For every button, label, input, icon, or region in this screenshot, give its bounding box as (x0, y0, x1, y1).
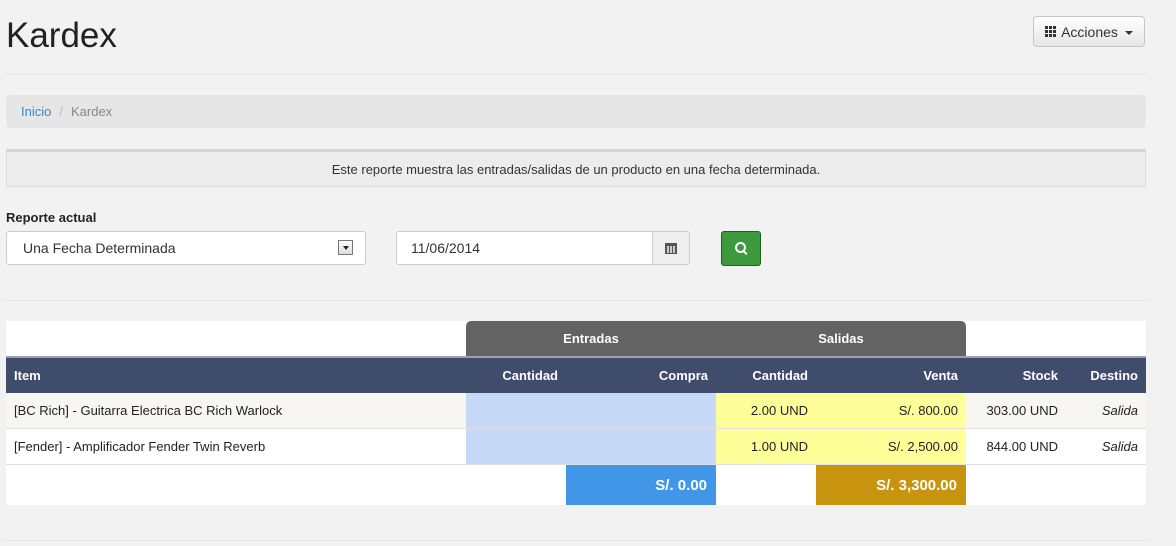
calendar-icon (665, 242, 677, 254)
cell-destino: Salida (1101, 439, 1138, 454)
cell-stock: 303.00 UND (986, 403, 1058, 418)
cell-salidas-cantidad: 1.00 UND (716, 429, 816, 464)
actions-label: Acciones (1061, 23, 1118, 40)
table-header: Item Cantidad Compra Cantidad Venta Stoc… (6, 356, 1146, 393)
search-button[interactable] (721, 231, 761, 266)
cell-salidas-venta: S/. 2,500.00 (816, 429, 966, 464)
cell-salidas-venta: S/. 800.00 (816, 393, 966, 428)
cell-destino: Salida (1101, 403, 1138, 418)
breadcrumb-separator: / (59, 104, 63, 119)
breadcrumb-home-link[interactable]: Inicio (21, 104, 51, 119)
total-compra: S/. 0.00 (566, 465, 716, 505)
cell-stock: 844.00 UND (986, 439, 1058, 454)
report-select-value: Una Fecha Determinada (23, 240, 176, 256)
report-select[interactable]: Una Fecha Determinada (6, 231, 366, 265)
cell-entradas-compra (566, 393, 716, 428)
search-icon (734, 242, 746, 253)
table-row: [BC Rich] - Guitarra Electrica BC Rich W… (6, 393, 1146, 429)
select-arrow-icon[interactable] (338, 240, 353, 255)
page-title: Kardex (6, 16, 117, 55)
divider (6, 74, 1146, 75)
header-salidas-cantidad: Cantidad (752, 368, 808, 383)
calendar-button[interactable] (652, 231, 690, 265)
header-stock: Stock (1022, 368, 1058, 383)
header-salidas-venta: Venta (923, 368, 958, 383)
group-header-salidas: Salidas (716, 321, 966, 356)
date-value: 11/06/2014 (411, 240, 481, 256)
cell-entradas-compra (566, 429, 716, 464)
info-text: Este reporte muestra las entradas/salida… (331, 161, 821, 177)
cell-entradas-cantidad (466, 429, 566, 464)
header-entradas-compra: Compra (658, 368, 708, 383)
table-row: [Fender] - Amplificador Fender Twin Reve… (6, 429, 1146, 465)
cell-item: [BC Rich] - Guitarra Electrica BC Rich W… (14, 403, 283, 418)
total-venta: S/. 3,300.00 (816, 465, 966, 505)
cell-item: [Fender] - Amplificador Fender Twin Reve… (14, 439, 266, 454)
header-destino: Destino (1090, 368, 1138, 383)
divider (6, 540, 1146, 541)
info-message: Este reporte muestra las entradas/salida… (6, 149, 1146, 187)
breadcrumb: Inicio / Kardex (6, 95, 1146, 128)
cell-salidas-cantidad: 2.00 UND (716, 393, 816, 428)
header-item: Item (14, 368, 41, 383)
divider (6, 300, 1146, 301)
kardex-table: Entradas Salidas Item Cantidad Compra Ca… (6, 321, 1146, 505)
caret-down-icon (1124, 30, 1133, 35)
cell-entradas-cantidad (466, 393, 566, 428)
grid-icon (1045, 26, 1057, 37)
header-entradas-cantidad: Cantidad (502, 368, 558, 383)
date-input[interactable]: 11/06/2014 (396, 231, 652, 265)
group-header-entradas: Entradas (466, 321, 716, 356)
report-label: Reporte actual (6, 210, 97, 225)
actions-dropdown-button[interactable]: Acciones (1033, 16, 1145, 47)
breadcrumb-current: Kardex (70, 104, 113, 119)
